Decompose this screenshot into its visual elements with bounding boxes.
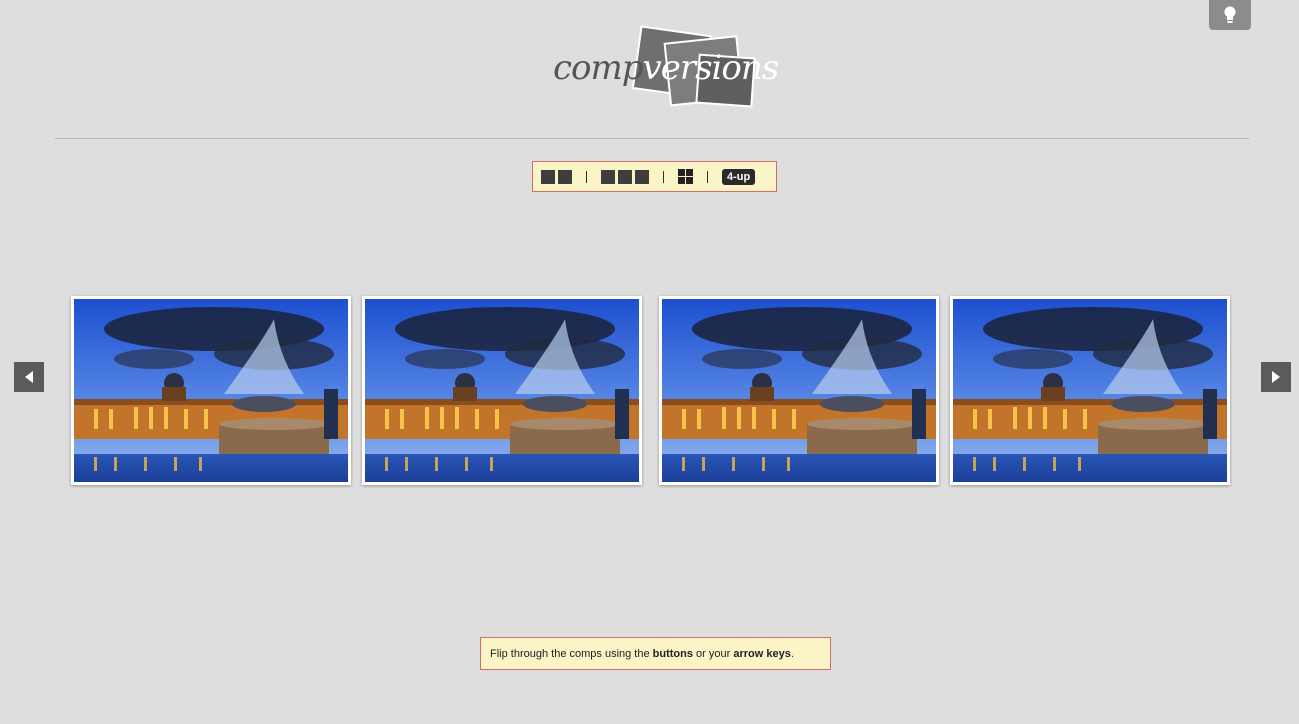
logo-text-comp: comp xyxy=(553,48,644,88)
trafalgar-square-photo xyxy=(74,299,348,482)
hint-message: Flip through the comps using the buttons… xyxy=(480,637,831,670)
arrow-left-icon xyxy=(25,371,33,383)
hint-text: or your xyxy=(692,647,734,660)
logo: compversions xyxy=(553,20,779,115)
comp-thumbnail[interactable] xyxy=(659,296,939,485)
layout-grid-button[interactable] xyxy=(678,169,693,184)
logo-text-versions: versions xyxy=(642,48,780,88)
square-icon xyxy=(618,169,632,184)
next-comp-button[interactable] xyxy=(1261,362,1291,392)
square-icon xyxy=(541,169,555,184)
trafalgar-square-photo xyxy=(953,299,1227,482)
comp-thumbnail[interactable] xyxy=(71,296,351,485)
lightbulb-icon xyxy=(1224,6,1236,23)
hint-emphasis-buttons: buttons xyxy=(652,647,693,660)
square-icon xyxy=(635,169,649,184)
arrow-right-icon xyxy=(1272,371,1280,383)
hint-text: . xyxy=(790,647,794,660)
toolbar-separator xyxy=(663,170,664,183)
hint-text: Flip through the comps using the xyxy=(490,647,653,660)
hint-emphasis-arrow-keys: arrow keys xyxy=(733,647,791,660)
toolbar-separator xyxy=(586,170,587,183)
toolbar-separator xyxy=(707,170,708,183)
comp-thumbnail[interactable] xyxy=(950,296,1230,485)
square-icon xyxy=(558,169,572,184)
trafalgar-square-photo xyxy=(365,299,639,482)
layout-2up-button[interactable] xyxy=(541,169,572,184)
layout-3up-button[interactable] xyxy=(601,169,649,184)
square-icon xyxy=(601,169,615,184)
layout-4up-button[interactable]: 4-up xyxy=(722,168,756,185)
grid-icon xyxy=(678,169,693,184)
trafalgar-square-photo xyxy=(662,299,936,482)
layout-toolbar: 4-up xyxy=(532,161,777,192)
header-divider xyxy=(55,138,1249,139)
comp-thumbnail[interactable] xyxy=(362,296,642,485)
previous-comp-button[interactable] xyxy=(14,362,44,392)
tip-button[interactable] xyxy=(1209,0,1251,30)
